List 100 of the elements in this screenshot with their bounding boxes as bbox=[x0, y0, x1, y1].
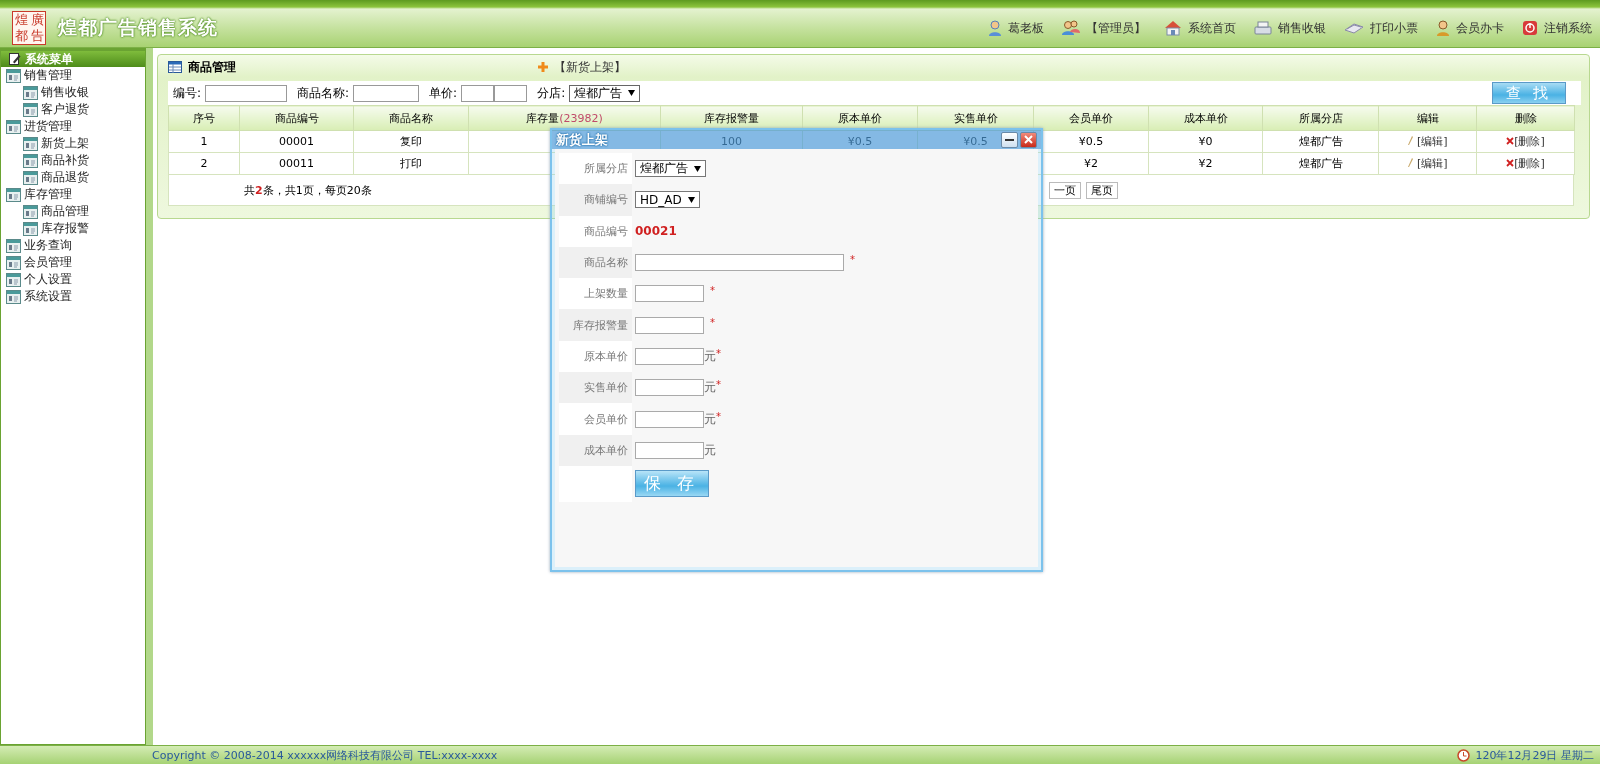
close-icon bbox=[1024, 135, 1033, 144]
page-icon bbox=[23, 204, 38, 219]
required-mark: * bbox=[710, 316, 715, 328]
field-label: 原本单价 bbox=[559, 340, 632, 373]
table-cell: 00011 bbox=[239, 152, 354, 175]
menu-item[interactable]: 会员管理 bbox=[1, 254, 145, 271]
field-label: 商铺编号 bbox=[559, 184, 632, 216]
column-header: 实售单价 bbox=[917, 105, 1034, 131]
nav-link[interactable]: 注销系统 bbox=[1544, 19, 1592, 37]
page-icon bbox=[23, 85, 38, 100]
menu-item[interactable]: 系统设置 bbox=[1, 288, 145, 305]
menu-item[interactable]: 个人设置 bbox=[1, 271, 145, 288]
nav-link[interactable]: 【管理员】 bbox=[1086, 19, 1146, 37]
dialog-title: 新货上架 bbox=[556, 130, 608, 149]
input-field[interactable] bbox=[635, 316, 704, 334]
menu-item[interactable]: 新货上架 bbox=[1, 135, 145, 152]
table-cell: 2 bbox=[168, 152, 240, 175]
folder-window-icon bbox=[6, 289, 21, 304]
dropdown-arrow-icon bbox=[694, 165, 701, 172]
power-icon bbox=[1522, 20, 1538, 36]
pencil-icon bbox=[1407, 136, 1414, 145]
page-button[interactable]: 尾页 bbox=[1086, 181, 1118, 199]
field-label: 商品编号 bbox=[559, 215, 632, 247]
table-cell: 煌都广告 bbox=[1262, 152, 1379, 175]
input-field[interactable] bbox=[635, 379, 704, 397]
field-label: 库存报警量 bbox=[559, 309, 632, 341]
tickets-icon bbox=[1344, 22, 1364, 34]
date-text: 120年12月29日 星期二 bbox=[1475, 747, 1594, 763]
folder-window-icon bbox=[6, 68, 21, 83]
add-product-link[interactable]: 【新货上架】 bbox=[554, 58, 626, 76]
nav-link[interactable]: 系统首页 bbox=[1188, 19, 1236, 37]
field-label: 单价: bbox=[429, 84, 458, 102]
menu-item[interactable]: 业务查询 bbox=[1, 237, 145, 254]
product-code: 00021 bbox=[635, 224, 677, 239]
column-header: 编辑 bbox=[1378, 105, 1477, 131]
field-label: 所属分店 bbox=[559, 153, 632, 185]
folder-window-icon bbox=[6, 272, 21, 287]
menu-item[interactable]: 库存报警 bbox=[1, 220, 145, 237]
unit-label: 元 bbox=[704, 347, 716, 365]
branch-select[interactable]: 煌都广告 bbox=[569, 84, 641, 102]
nav-link[interactable]: 销售收银 bbox=[1278, 19, 1326, 37]
folder-window-icon bbox=[6, 119, 21, 134]
menu-item[interactable]: 商品退货 bbox=[1, 169, 145, 186]
folder-window-icon bbox=[6, 187, 21, 202]
column-header: 所属分店 bbox=[1262, 105, 1379, 131]
plus-icon bbox=[538, 62, 548, 72]
required-mark: * bbox=[716, 410, 721, 422]
cross-icon bbox=[1506, 137, 1515, 145]
input-field[interactable] bbox=[635, 347, 704, 365]
menu-item[interactable]: 商品管理 bbox=[1, 203, 145, 220]
people-icon bbox=[1062, 20, 1080, 36]
table-cell: ¥2 bbox=[1148, 152, 1263, 175]
field-label: 实售单价 bbox=[559, 372, 632, 404]
field-label: 编号: bbox=[173, 84, 202, 102]
required-mark: * bbox=[850, 254, 855, 266]
edit-icon bbox=[9, 53, 21, 65]
search-field[interactable] bbox=[205, 84, 288, 102]
input-field[interactable] bbox=[635, 285, 704, 303]
field-label: 成本单价 bbox=[559, 434, 632, 466]
input-field[interactable] bbox=[635, 441, 704, 459]
nav-link[interactable]: 会员办卡 bbox=[1456, 19, 1504, 37]
search-field[interactable] bbox=[353, 84, 420, 102]
table-cell: ¥0 bbox=[1148, 130, 1263, 153]
column-header: 序号 bbox=[168, 105, 240, 131]
menu-item[interactable]: 进货管理 bbox=[1, 118, 145, 135]
page-icon bbox=[23, 153, 38, 168]
panel-title: 商品管理 bbox=[188, 58, 236, 76]
field-label: 分店: bbox=[537, 84, 566, 102]
menu-item[interactable]: 商品补货 bbox=[1, 152, 145, 169]
input-field[interactable] bbox=[635, 254, 844, 272]
page-icon bbox=[23, 136, 38, 151]
required-mark: * bbox=[716, 347, 721, 359]
column-header: 会员单价 bbox=[1033, 105, 1149, 131]
menu-item[interactable]: 销售收银 bbox=[1, 84, 145, 101]
min-price-field[interactable] bbox=[461, 84, 495, 102]
max-price-field[interactable] bbox=[494, 84, 528, 102]
folder-window-icon bbox=[6, 238, 21, 253]
nav-link[interactable]: 葛老板 bbox=[1008, 19, 1044, 37]
person-icon bbox=[988, 20, 1002, 36]
dropdown[interactable]: HD_AD bbox=[635, 191, 700, 209]
page-icon bbox=[23, 170, 38, 185]
logo-seal: 煌 廣 都 告 bbox=[12, 11, 46, 45]
unit-label: 元 bbox=[704, 379, 716, 397]
menu-item[interactable]: 客户退货 bbox=[1, 101, 145, 118]
column-header: 成本单价 bbox=[1148, 105, 1263, 131]
nav-link[interactable]: 打印小票 bbox=[1370, 19, 1418, 37]
page-button[interactable]: 一页 bbox=[1049, 181, 1081, 199]
table-cell: 打印 bbox=[353, 152, 469, 175]
copyright-text: Copyright © 2008-2014 xxxxxx网络科技有限公司 TEL:xxxx-xxxx bbox=[152, 747, 498, 763]
input-field[interactable] bbox=[635, 410, 704, 428]
dropdown[interactable]: 煌都广告 bbox=[635, 160, 706, 178]
person-icon bbox=[1436, 20, 1450, 36]
menu-item[interactable]: 库存管理 bbox=[1, 186, 145, 203]
pencil-icon bbox=[1407, 158, 1414, 167]
table-cell: 煌都广告 bbox=[1262, 130, 1379, 153]
folder-window-icon bbox=[6, 255, 21, 270]
cash-register-icon bbox=[1254, 21, 1272, 35]
menu-item[interactable]: 销售管理 bbox=[1, 67, 145, 84]
field-label: 会员单价 bbox=[559, 403, 632, 435]
unit-label: 元 bbox=[704, 441, 716, 459]
